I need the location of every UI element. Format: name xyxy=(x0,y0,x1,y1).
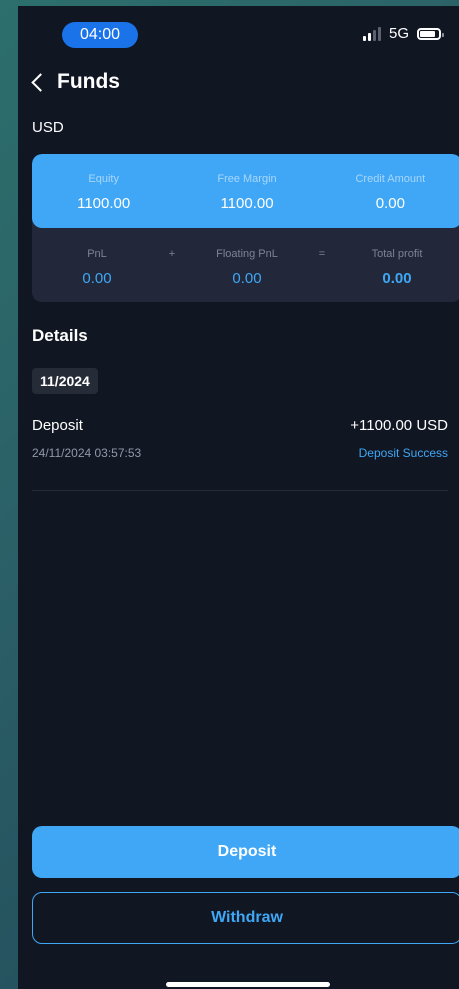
status-time: 04:00 xyxy=(62,22,138,48)
pnl-label: PnL xyxy=(87,248,107,260)
deposit-button[interactable]: Deposit xyxy=(32,826,459,878)
floating-pnl-label: Floating PnL xyxy=(216,248,278,260)
free-margin-value: 1100.00 xyxy=(220,195,274,212)
pnl-cell: PnL 0.00 xyxy=(32,228,162,287)
balance-row: Equity 1100.00 Free Margin 1100.00 Credi… xyxy=(32,154,459,228)
profit-row: PnL 0.00 + Floating PnL 0.00 = Total pro… xyxy=(32,228,459,302)
equity-cell: Equity 1100.00 xyxy=(32,154,175,228)
plus-operator: + xyxy=(168,248,176,260)
total-profit-cell: Total profit 0.00 xyxy=(332,228,459,287)
credit-amount-value: 0.00 xyxy=(375,195,405,212)
page-title: Funds xyxy=(57,70,120,93)
equity-value: 1100.00 xyxy=(77,195,131,212)
page-header: Funds xyxy=(30,70,120,94)
signal-icon xyxy=(362,26,381,41)
free-margin-cell: Free Margin 1100.00 xyxy=(175,154,318,228)
floating-pnl-value: 0.00 xyxy=(232,270,262,287)
withdraw-button[interactable]: Withdraw xyxy=(32,892,459,944)
credit-amount-cell: Credit Amount 0.00 xyxy=(319,154,459,228)
total-profit-label: Total profit xyxy=(371,248,423,260)
status-indicators: 5G xyxy=(362,25,444,42)
funds-summary-card: Equity 1100.00 Free Margin 1100.00 Credi… xyxy=(32,154,459,302)
transaction-status: Deposit Success xyxy=(358,446,448,460)
battery-icon xyxy=(417,27,444,40)
equity-label: Equity xyxy=(88,173,119,185)
transaction-datetime: 24/11/2024 03:57:53 xyxy=(32,446,142,460)
currency-label: USD xyxy=(32,119,64,136)
app-screen: 04:00 5G Funds USD Equity 1100.00 Free M… xyxy=(18,6,459,989)
floating-pnl-cell: Floating PnL 0.00 xyxy=(182,228,312,287)
transaction-row[interactable]: Deposit +1100.00 USD 24/11/2024 03:57:53… xyxy=(32,414,448,491)
home-indicator[interactable] xyxy=(166,982,330,987)
free-margin-label: Free Margin xyxy=(217,173,277,185)
total-profit-value: 0.00 xyxy=(382,270,412,287)
network-type: 5G xyxy=(388,25,409,42)
back-chevron-icon[interactable] xyxy=(31,72,50,92)
equals-operator: = xyxy=(318,248,326,260)
transaction-type: Deposit xyxy=(32,417,83,434)
month-badge: 11/2024 xyxy=(32,368,98,394)
credit-amount-label: Credit Amount xyxy=(355,173,426,185)
details-heading: Details xyxy=(32,326,88,345)
transaction-amount: +1100.00 USD xyxy=(350,417,448,434)
pnl-value: 0.00 xyxy=(82,270,112,287)
